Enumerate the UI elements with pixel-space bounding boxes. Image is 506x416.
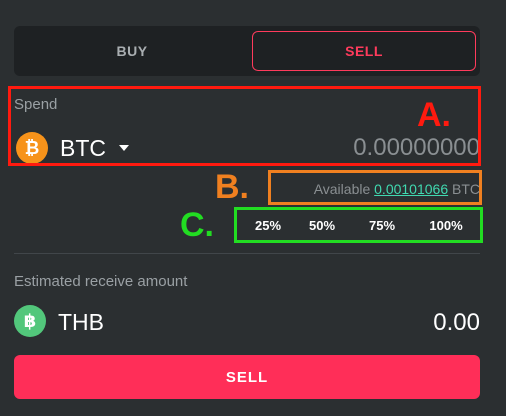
- available-balance: Available 0.00101066 BTC: [314, 181, 480, 197]
- buy-sell-tabs: BUY SELL: [14, 26, 480, 76]
- receive-currency: THB: [58, 309, 104, 335]
- percent-100-button[interactable]: 100%: [416, 211, 476, 239]
- available-value-link[interactable]: 0.00101066: [374, 181, 448, 197]
- annotation-box-a: [8, 86, 481, 166]
- percent-25-button[interactable]: 25%: [238, 211, 298, 239]
- tab-sell[interactable]: SELL: [252, 31, 476, 71]
- sell-button[interactable]: SELL: [14, 355, 480, 399]
- annotation-label-a: A.: [417, 96, 451, 134]
- annotation-label-c: C.: [180, 206, 214, 244]
- tab-buy[interactable]: BUY: [18, 31, 246, 71]
- percent-75-button[interactable]: 75%: [352, 211, 412, 239]
- divider: [14, 253, 480, 254]
- available-unit: BTC: [452, 181, 480, 197]
- percent-50-button[interactable]: 50%: [292, 211, 352, 239]
- percent-buttons: 25% 50% 75% 100%: [238, 211, 479, 239]
- receive-label: Estimated receive amount: [14, 273, 188, 290]
- baht-icon: ฿: [14, 305, 46, 337]
- annotation-label-b: B.: [215, 168, 249, 206]
- receive-amount: 0.00: [433, 309, 480, 336]
- available-prefix: Available: [313, 181, 371, 197]
